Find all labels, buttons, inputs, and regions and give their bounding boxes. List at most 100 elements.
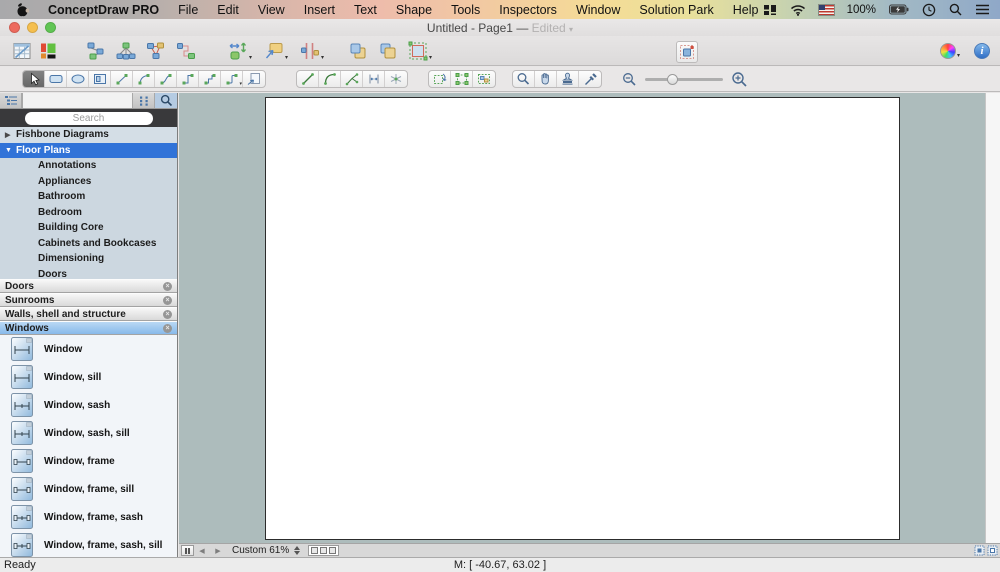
fit-page-icon[interactable]: [987, 545, 998, 556]
menu-help[interactable]: Help: [733, 3, 759, 17]
previous-page-button[interactable]: ◀: [194, 547, 210, 555]
menu-view[interactable]: View: [258, 3, 285, 17]
tree-view-button[interactable]: [0, 93, 22, 108]
library-filter-field[interactable]: [22, 93, 133, 108]
spotlight-search-icon[interactable]: [949, 3, 962, 16]
tree-diagram-icon[interactable]: [116, 41, 136, 61]
close-window-button[interactable]: [9, 22, 20, 33]
tree-item-doors[interactable]: Doors: [0, 267, 177, 279]
sidebar-splitter-handle[interactable]: [181, 545, 194, 556]
frame-tool[interactable]: [89, 71, 111, 87]
shape-item-window-frame-sash[interactable]: Window, frame, sash: [0, 503, 177, 531]
vertical-scrollbar[interactable]: [985, 93, 1000, 543]
stamp-tool[interactable]: [557, 71, 579, 87]
connector-diagram-icon[interactable]: [176, 41, 196, 61]
resize-tool[interactable]: ▾: [228, 41, 252, 61]
page-mode-single-icon[interactable]: [311, 547, 319, 554]
panel-header-doors[interactable]: Doors ×: [0, 279, 177, 293]
right-angle-connector-tool[interactable]: [177, 71, 199, 87]
distribute-tool[interactable]: ▾: [300, 41, 324, 61]
snap-settings-button[interactable]: [676, 41, 698, 63]
tree-item-fishbone-diagrams[interactable]: ▶ Fishbone Diagrams: [0, 127, 177, 143]
align-tool[interactable]: ▾: [264, 41, 288, 61]
menu-app-name[interactable]: ConceptDraw PRO: [48, 3, 159, 17]
shape-item-window-sash[interactable]: Window, sash: [0, 391, 177, 419]
table-view-icon[interactable]: [12, 41, 32, 61]
flowchart-icon[interactable]: [86, 41, 106, 61]
tiles-icon[interactable]: [763, 4, 777, 16]
fit-selection-icon[interactable]: [974, 545, 985, 556]
tree-item-building-core[interactable]: Building Core: [0, 220, 177, 236]
rectangle-tool[interactable]: [45, 71, 67, 87]
panel-header-walls-shell-structure[interactable]: Walls, shell and structure ×: [0, 307, 177, 321]
page-mode-facing-icon[interactable]: [320, 547, 328, 554]
network-diagram-icon[interactable]: [146, 41, 166, 61]
shape-item-window-frame[interactable]: Window, frame: [0, 447, 177, 475]
direct-connector-tool[interactable]: [111, 71, 133, 87]
tree-item-appliances[interactable]: Appliances: [0, 174, 177, 190]
menu-window[interactable]: Window: [576, 3, 620, 17]
shape-item-window-sash-sill[interactable]: Window, sash, sill: [0, 419, 177, 447]
icon-view-button[interactable]: [133, 93, 155, 108]
info-button[interactable]: i: [974, 43, 990, 59]
menu-edit[interactable]: Edit: [217, 3, 239, 17]
zoom-stepper[interactable]: [294, 546, 301, 555]
split-tool[interactable]: [363, 71, 385, 87]
menu-insert[interactable]: Insert: [304, 3, 335, 17]
multi-point-tool[interactable]: [385, 71, 407, 87]
shape-item-window-sill[interactable]: Window, sill: [0, 363, 177, 391]
library-search-button[interactable]: [155, 93, 177, 108]
page-view-mode-buttons[interactable]: [308, 545, 340, 556]
ellipse-tool[interactable]: [67, 71, 89, 87]
hand-tool[interactable]: [535, 71, 557, 87]
menu-solution-park[interactable]: Solution Park: [639, 3, 713, 17]
battery-icon[interactable]: [889, 4, 909, 15]
apple-menu-icon[interactable]: [16, 2, 29, 17]
close-icon[interactable]: ×: [163, 281, 172, 291]
menu-file[interactable]: File: [178, 3, 198, 17]
tree-item-bathroom[interactable]: Bathroom: [0, 189, 177, 205]
close-icon[interactable]: ×: [163, 295, 172, 305]
menu-shape[interactable]: Shape: [396, 3, 432, 17]
menu-inspectors[interactable]: Inspectors: [499, 3, 557, 17]
panel-header-windows[interactable]: Windows ×: [0, 321, 177, 335]
panel-header-sunrooms[interactable]: Sunrooms ×: [0, 293, 177, 307]
clock-icon[interactable]: [922, 3, 936, 17]
smart-connector-tool[interactable]: ▾: [221, 71, 243, 87]
menu-text[interactable]: Text: [354, 3, 377, 17]
arc-connector-tool[interactable]: [133, 71, 155, 87]
group-tool[interactable]: ▾: [408, 41, 432, 61]
close-icon[interactable]: ×: [163, 309, 172, 319]
spline-tool[interactable]: [341, 71, 363, 87]
rotate-tool[interactable]: [429, 71, 451, 87]
bring-forward-icon[interactable]: [348, 41, 368, 61]
shape-item-window-frame-sill[interactable]: Window, frame, sill: [0, 475, 177, 503]
input-source-flag-icon[interactable]: [817, 3, 835, 16]
shape-item-window[interactable]: Window: [0, 335, 177, 363]
color-picker-tool[interactable]: ▾: [939, 43, 960, 59]
pointer-tool[interactable]: [23, 71, 45, 87]
tree-item-floor-plans[interactable]: ▼ Floor Plans: [0, 142, 177, 158]
magnifier-tool[interactable]: [513, 71, 535, 87]
scale-tool[interactable]: [451, 71, 473, 87]
zoom-level-select[interactable]: Custom 61%: [232, 545, 301, 556]
page-mode-continuous-icon[interactable]: [329, 547, 337, 554]
disclosure-expanded-icon[interactable]: ▼: [5, 147, 16, 154]
zoom-in-icon[interactable]: [731, 71, 748, 88]
zoom-window-button[interactable]: [45, 22, 56, 33]
close-icon[interactable]: ×: [163, 323, 172, 333]
zoom-out-icon[interactable]: [622, 72, 637, 87]
minimize-window-button[interactable]: [27, 22, 38, 33]
group-selection-tool[interactable]: [473, 71, 495, 87]
menu-tools[interactable]: Tools: [451, 3, 480, 17]
arc-tool[interactable]: [319, 71, 341, 87]
notification-center-icon[interactable]: [975, 4, 990, 15]
curve-connector-tool[interactable]: [155, 71, 177, 87]
next-page-button[interactable]: ▶: [210, 547, 226, 555]
title-chevron-down-icon[interactable]: ▾: [569, 25, 573, 34]
tree-item-dimensioning[interactable]: Dimensioning: [0, 251, 177, 267]
tree-item-annotations[interactable]: Annotations: [0, 158, 177, 174]
wifi-icon[interactable]: [790, 4, 806, 16]
search-input[interactable]: [24, 111, 153, 125]
insert-object-tool[interactable]: [243, 71, 265, 87]
